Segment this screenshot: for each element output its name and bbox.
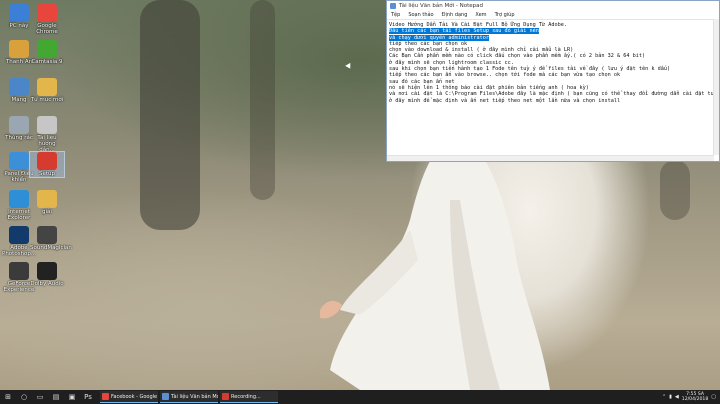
tree-trunk (660, 160, 690, 220)
desktop-icon-label: Camtasia 9 (31, 59, 63, 65)
text-line: ở đây mình để mặc định và ấn net tiếp th… (389, 97, 621, 104)
desktop-icon-10[interactable]: Setup (29, 151, 65, 178)
setup-icon (37, 152, 57, 170)
dolby-icon (37, 262, 57, 280)
menu-file[interactable]: Tệp (391, 12, 400, 18)
tree-trunk (250, 0, 275, 200)
notepad-menubar: Tệp Soạn thảo Định dạng Xem Trợ giúp (387, 11, 719, 20)
ie-icon (9, 190, 29, 208)
desktop-icon-16[interactable]: Dolby Audio (30, 262, 64, 287)
selected-text: và chạy dưới quyền administrator (389, 34, 489, 41)
up-arrow-icon[interactable]: ⌃ (662, 394, 666, 400)
folder-icon (37, 78, 57, 96)
notepad-titlebar[interactable]: Tài liệu Văn bản Mới - Notepad (387, 1, 719, 11)
taskbar-task[interactable]: Tài liệu Văn bản Mớ... (160, 391, 218, 403)
folder-user-icon (9, 40, 29, 58)
notepad-text-area[interactable]: Video Hướng Dẫn Tải Và Cài Đặt Full Bộ Ứ… (387, 20, 719, 160)
menu-format[interactable]: Định dạng (442, 12, 468, 18)
chrome-icon (37, 4, 57, 22)
tree-trunk (140, 0, 200, 230)
desktop-icon-12[interactable]: giải (30, 190, 64, 215)
selected-text: Đầu tiên các bạn tải files Setup sau đó … (389, 28, 539, 35)
wallpaper-figure (320, 140, 550, 390)
network-icon (9, 78, 29, 96)
taskbar: ⊞ ○ ▭ ▤ ▣ Ps Facebook - Google ... Tài liệu Vă… (0, 390, 720, 404)
menu-view[interactable]: Xem (475, 12, 486, 18)
text-line: và nơi cài đặt là C:\Program Files\Adobe… (389, 91, 719, 98)
desktop-icon-8[interactable]: Tài liệu hướng dẫn... (30, 116, 64, 153)
taskbar-task-label: Recording... (231, 393, 261, 400)
taskbar-task-label: Facebook - Google ... (111, 393, 158, 400)
app-icon (162, 393, 169, 400)
vertical-scrollbar[interactable] (713, 19, 719, 155)
app-icon (102, 393, 109, 400)
desktop-icon-label: Setup (38, 171, 55, 177)
store-icon[interactable]: ▣ (66, 391, 78, 403)
desktop-icon-2[interactable]: Google Chrome (30, 4, 64, 35)
taskbar-task[interactable]: Facebook - Google ... (100, 391, 158, 403)
network-tray-icon[interactable]: ▮ (669, 394, 672, 400)
menu-help[interactable]: Trợ giúp (495, 12, 515, 18)
file-explorer-icon[interactable]: ▤ (50, 391, 62, 403)
desktop-icon-label: Tư mục mới (30, 97, 64, 103)
desktop-icon-label: giải (42, 209, 52, 215)
menu-edit[interactable]: Soạn thảo (408, 12, 433, 18)
notepad-window[interactable]: Tài liệu Văn bản Mới - Notepad Tệp Soạn … (386, 0, 720, 162)
system-tray: ⌃ ▮ ◀ 7:55 SA 12/04/2018 ▢ (662, 390, 716, 404)
clock[interactable]: 7:55 SA 12/04/2018 (682, 392, 708, 403)
computer-icon (9, 4, 29, 22)
geforce-icon (9, 262, 29, 280)
volume-icon[interactable]: ◀ (675, 394, 679, 400)
folder-icon (37, 190, 57, 208)
desktop-icon-label: Dolby Audio (30, 281, 64, 287)
control-panel-icon (9, 152, 29, 170)
photoshop-icon (9, 226, 29, 244)
recycle-bin-icon (9, 116, 29, 134)
app-icon (222, 393, 229, 400)
desktop-icon-14[interactable]: SoundMagician (30, 226, 72, 251)
search-icon[interactable]: ○ (18, 391, 30, 403)
mouse-cursor-icon (345, 62, 353, 71)
desktop-icon-4[interactable]: Camtasia 9 (30, 40, 64, 65)
taskbar-task[interactable]: Recording... (220, 391, 278, 403)
notepad-title: Tài liệu Văn bản Mới - Notepad (399, 3, 483, 9)
task-view-icon[interactable]: ▭ (34, 391, 46, 403)
camtasia-icon (37, 40, 57, 58)
notification-icon[interactable]: ▢ (711, 394, 716, 400)
start-button[interactable]: ⊞ (2, 391, 14, 403)
desktop-icon-label: SoundMagician (30, 245, 72, 251)
desktop-icon-label: Google Chrome (36, 23, 58, 35)
desktop-icon-6[interactable]: Tư mục mới (30, 78, 64, 103)
clock-date: 12/04/2018 (681, 397, 709, 402)
taskbar-task-label: Tài liệu Văn bản Mớ... (171, 393, 218, 400)
sound-icon (37, 226, 57, 244)
horizontal-scrollbar[interactable] (387, 155, 714, 161)
photoshop-taskbar-icon[interactable]: Ps (82, 391, 94, 403)
document-icon (37, 116, 57, 134)
desktop-icon-label: Tài liệu hướng dẫn... (37, 135, 57, 153)
notepad-icon (390, 3, 396, 9)
